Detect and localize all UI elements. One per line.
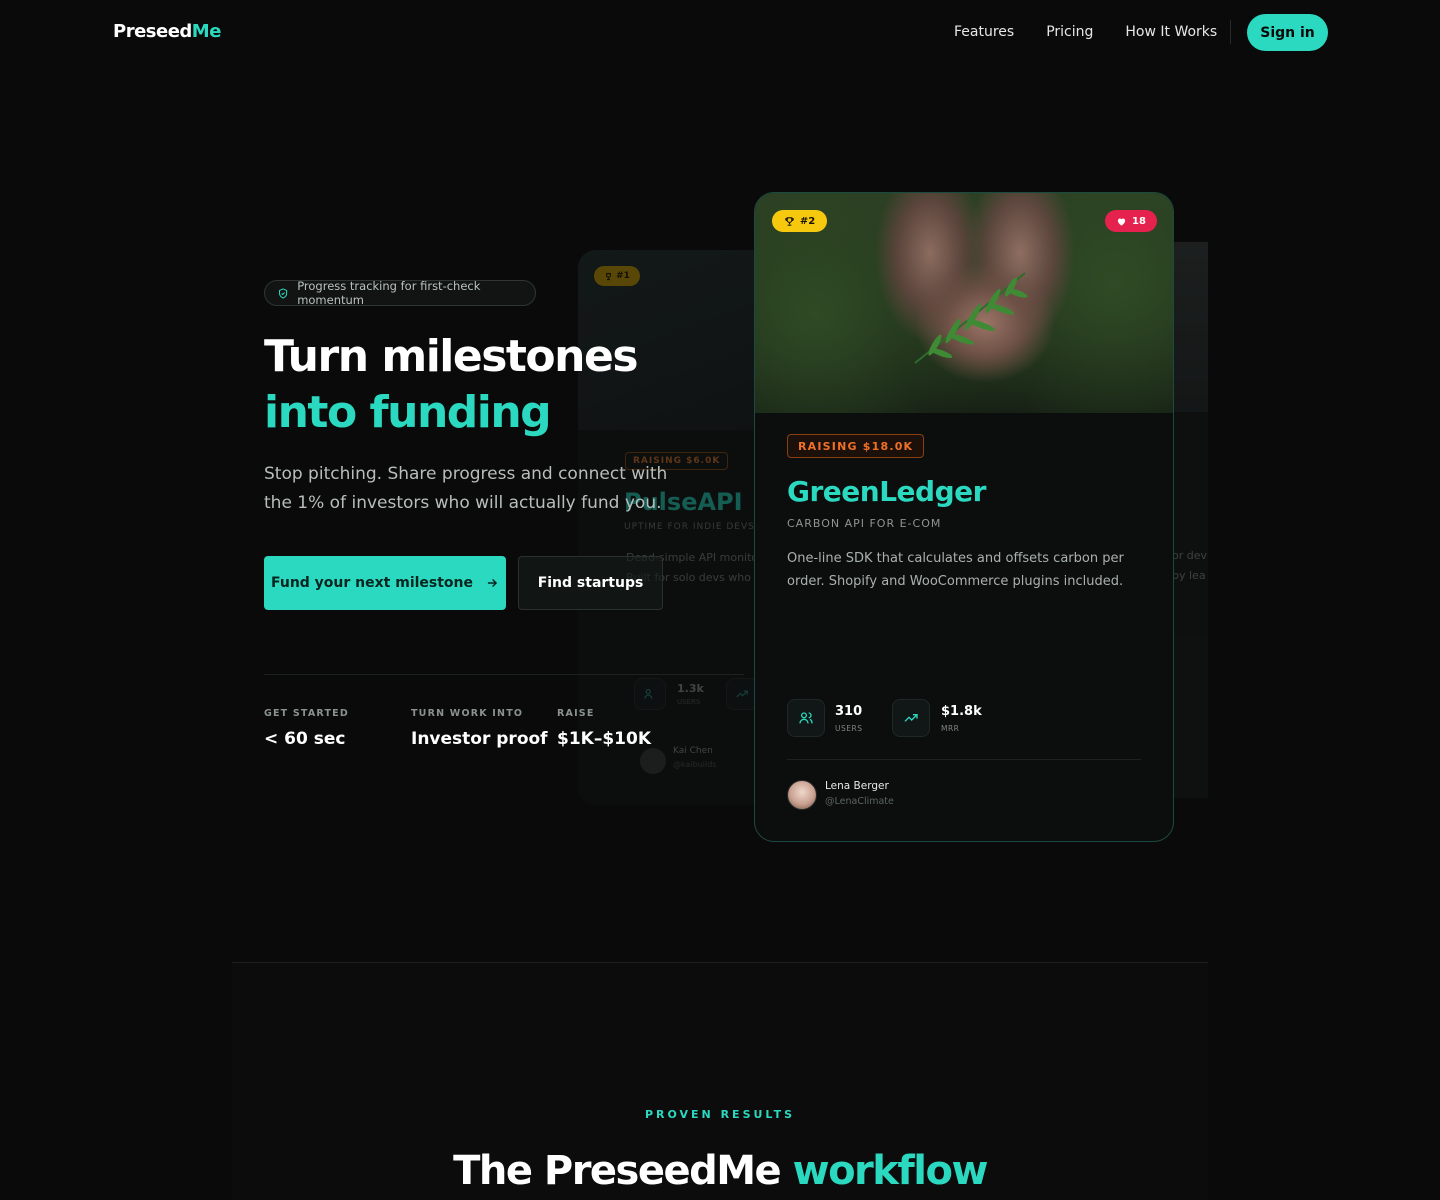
background-startup-card-right: or dev by lea — [1170, 242, 1208, 798]
hero-subtext: Stop pitching. Share progress and connec… — [264, 464, 668, 513]
nav-divider — [1230, 20, 1231, 44]
fund-milestone-button[interactable]: Fund your next milestone — [264, 556, 506, 610]
fern-image — [914, 272, 1028, 364]
founder-avatar[interactable] — [787, 780, 817, 810]
raising-badge: RAISING $18.0K — [787, 434, 925, 458]
founder-name: Kai Chen — [673, 746, 713, 756]
top-nav: PreseedMe Features Pricing How It Works … — [0, 0, 1440, 64]
hero-divider — [264, 674, 744, 675]
users-icon — [634, 678, 666, 710]
users-value: 1.3k — [677, 682, 704, 695]
trending-up-icon — [892, 699, 930, 737]
find-startups-button[interactable]: Find startups — [518, 556, 663, 610]
nav-link-how-it-works[interactable]: How It Works — [1125, 24, 1217, 40]
startup-description: One-line SDK that calculates and offsets… — [787, 551, 1124, 589]
rank-badge: #1 — [594, 266, 640, 286]
stat-raise: RAISE $1K–$10K — [557, 708, 651, 749]
hero-title-line2: into funding — [264, 387, 552, 438]
card-image — [1170, 242, 1208, 412]
arrow-right-icon — [487, 578, 498, 588]
startup-tagline: CARBON API FOR E-COM — [787, 517, 942, 530]
users-label: USERS — [677, 698, 701, 706]
feature-pill: Progress tracking for first-check moment… — [264, 279, 536, 307]
mrr-label: MRR — [941, 724, 960, 733]
sign-in-button[interactable]: Sign in — [1247, 14, 1328, 51]
card-divider — [787, 759, 1141, 760]
pill-text: Progress tracking for first-check moment… — [297, 279, 481, 307]
stat-turn-work-into: TURN WORK INTO Investor proof — [411, 708, 548, 749]
mrr-value: $1.8k — [941, 704, 982, 719]
hero-title-line1: Turn milestones — [264, 331, 639, 382]
shield-check-icon — [279, 287, 288, 299]
stat-get-started: GET STARTED < 60 sec — [264, 708, 349, 749]
users-icon — [787, 699, 825, 737]
startup-tagline: UPTIME FOR INDIE DEVS — [624, 522, 755, 532]
likes-badge[interactable]: 18 — [1105, 210, 1157, 232]
founder-handle: @LenaClimate — [825, 796, 894, 807]
avatar — [640, 748, 666, 774]
nav-links: Features Pricing How It Works — [954, 24, 1217, 40]
founder-name[interactable]: Lena Berger — [825, 780, 889, 792]
nav-link-features[interactable]: Features — [954, 24, 1014, 40]
startup-description: or dev by lea — [1172, 549, 1208, 582]
users-value: 310 — [835, 704, 863, 719]
startup-name: GreenLedger — [787, 475, 986, 508]
founder-handle: @kaibuilds — [673, 760, 717, 769]
rank-badge: #2 — [772, 210, 827, 232]
startup-card[interactable]: #2 18 RAISING $18.0K GreenLedger CARBON … — [754, 192, 1174, 842]
trophy-icon — [785, 216, 794, 226]
section-eyebrow: PROVEN RESULTS — [644, 1108, 796, 1121]
trophy-icon — [606, 272, 612, 280]
users-label: USERS — [835, 724, 863, 733]
section-title: The PreseedMe workflow — [453, 1148, 988, 1194]
logo[interactable]: PreseedMe — [113, 21, 221, 42]
nav-link-pricing[interactable]: Pricing — [1046, 24, 1093, 40]
heart-icon — [1117, 218, 1126, 226]
